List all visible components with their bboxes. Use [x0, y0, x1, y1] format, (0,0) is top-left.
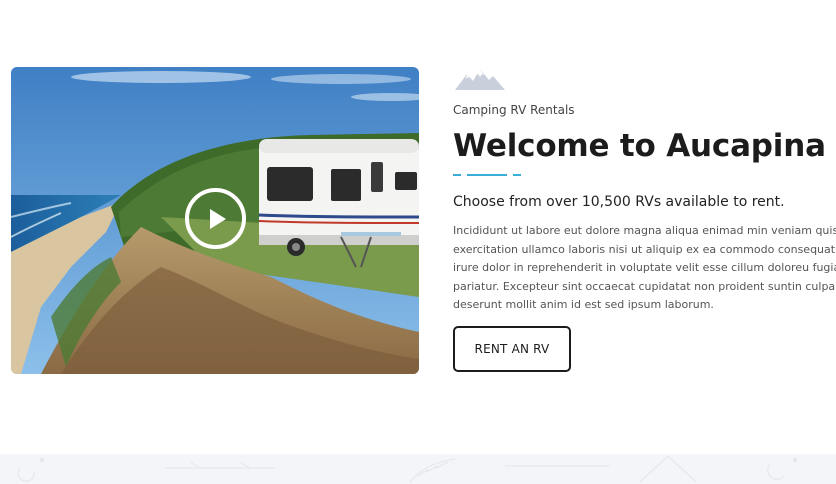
footer-decor-strip — [0, 454, 836, 484]
body-line: exercitation ullamco laboris nisi ut ali… — [453, 242, 836, 256]
play-icon — [210, 208, 226, 229]
body-line: Incididunt ut labore eut dolore magna al… — [453, 224, 836, 237]
title-divider — [453, 174, 523, 176]
rent-an-rv-button[interactable]: RENT AN RV — [453, 326, 571, 372]
lead-text: Choose from over 10,500 RVs available to… — [453, 194, 785, 210]
section-subtitle: Camping RV Rentals — [453, 103, 575, 117]
body-line: irure dolor in reprehenderit in voluptat… — [453, 261, 836, 274]
page-title: Welcome to Aucapina — [453, 128, 826, 164]
body-line: deserunt mollit anim id est sed ipsum la… — [453, 298, 714, 311]
video-play-button[interactable] — [185, 188, 246, 249]
mountain-icon — [455, 69, 505, 90]
hero-image — [11, 67, 419, 374]
intro-section: Camping RV Rentals Welcome to Aucapina C… — [453, 66, 836, 376]
body-paragraph: Incididunt ut labore eut dolore magna al… — [453, 222, 836, 315]
body-line: pariatur. Excepteur sint occaecat cupida… — [453, 279, 836, 293]
decorative-pattern — [17, 455, 797, 483]
